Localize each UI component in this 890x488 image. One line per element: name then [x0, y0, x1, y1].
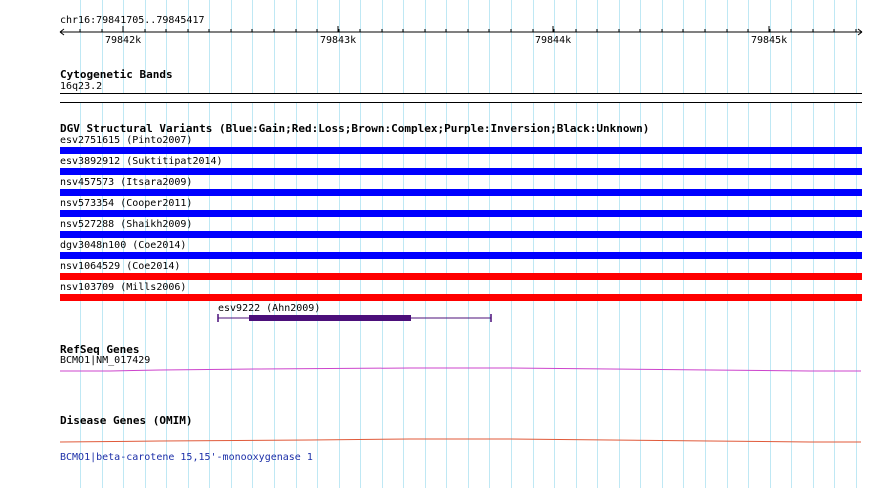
grid-line — [576, 0, 577, 488]
grid-line — [597, 0, 598, 488]
variant-bar[interactable] — [60, 273, 862, 280]
refseq-gene-line[interactable] — [60, 366, 862, 374]
variant-label: dgv3048n100 (Coe2014) — [60, 240, 187, 251]
inversion-feature[interactable] — [214, 313, 496, 323]
variant-bar[interactable] — [60, 210, 862, 217]
variant-bar[interactable] — [60, 147, 862, 154]
grid-line — [403, 0, 404, 488]
tick-label: 79844k — [535, 35, 572, 46]
variant-bar[interactable] — [60, 252, 862, 259]
cytoband-bar[interactable] — [60, 93, 862, 103]
variant-label: nsv527288 (Shaikh2009) — [60, 219, 193, 230]
grid-line — [834, 0, 835, 488]
omim-gene-label[interactable]: BCMO1|beta-carotene 15,15'-monooxygenase… — [60, 452, 313, 464]
grid-line — [468, 0, 469, 488]
grid-line — [339, 0, 340, 488]
grid-line — [489, 0, 490, 488]
cytoband-label: 16q23.2 — [60, 81, 103, 92]
grid-line — [511, 0, 512, 488]
grid-line — [662, 0, 663, 488]
grid-line — [640, 0, 641, 488]
tick-label: 79843k — [320, 35, 357, 46]
genome-browser-canvas: chr16:79841705..79845417 79842k 79843k 7… — [0, 0, 890, 488]
grid-line — [231, 0, 232, 488]
grid-line — [446, 0, 447, 488]
grid-line — [619, 0, 620, 488]
grid-line — [296, 0, 297, 488]
grid-line — [274, 0, 275, 488]
grid-line — [382, 0, 383, 488]
grid-line — [705, 0, 706, 488]
variant-bar[interactable] — [60, 189, 862, 196]
grid-line — [791, 0, 792, 488]
variant-label: esv2751615 (Pinto2007) — [60, 135, 193, 146]
dgv-track-title[interactable]: DGV Structural Variants (Blue:Gain;Red:L… — [60, 122, 649, 135]
variant-bar[interactable] — [60, 168, 862, 175]
grid-line — [813, 0, 814, 488]
variant-label: esv3892912 (Suktitipat2014) — [60, 156, 223, 167]
variant-label: nsv573354 (Cooper2011) — [60, 198, 193, 209]
grid-line — [748, 0, 749, 488]
cytoband-track-title[interactable]: Cytogenetic Bands — [60, 68, 173, 81]
tick-label: 79845k — [751, 35, 788, 46]
grid-line — [209, 0, 210, 488]
tick-label: 79842k — [105, 35, 142, 46]
grid-line — [770, 0, 771, 488]
grid-line — [317, 0, 318, 488]
variant-label: nsv103709 (Mills2006) — [60, 282, 187, 293]
grid-line — [683, 0, 684, 488]
variant-label: nsv1064529 (Coe2014) — [60, 261, 181, 272]
omim-track-title[interactable]: Disease Genes (OMIM) — [60, 414, 192, 427]
variant-bar[interactable] — [60, 294, 862, 301]
variant-bar[interactable] — [60, 231, 862, 238]
grid-line — [533, 0, 534, 488]
grid-line — [425, 0, 426, 488]
omim-gene-line[interactable] — [60, 437, 862, 445]
grid-line — [252, 0, 253, 488]
grid-line — [360, 0, 361, 488]
grid-line — [554, 0, 555, 488]
grid-line — [727, 0, 728, 488]
variant-label: nsv457573 (Itsara2009) — [60, 177, 193, 188]
grid-line — [856, 0, 857, 488]
